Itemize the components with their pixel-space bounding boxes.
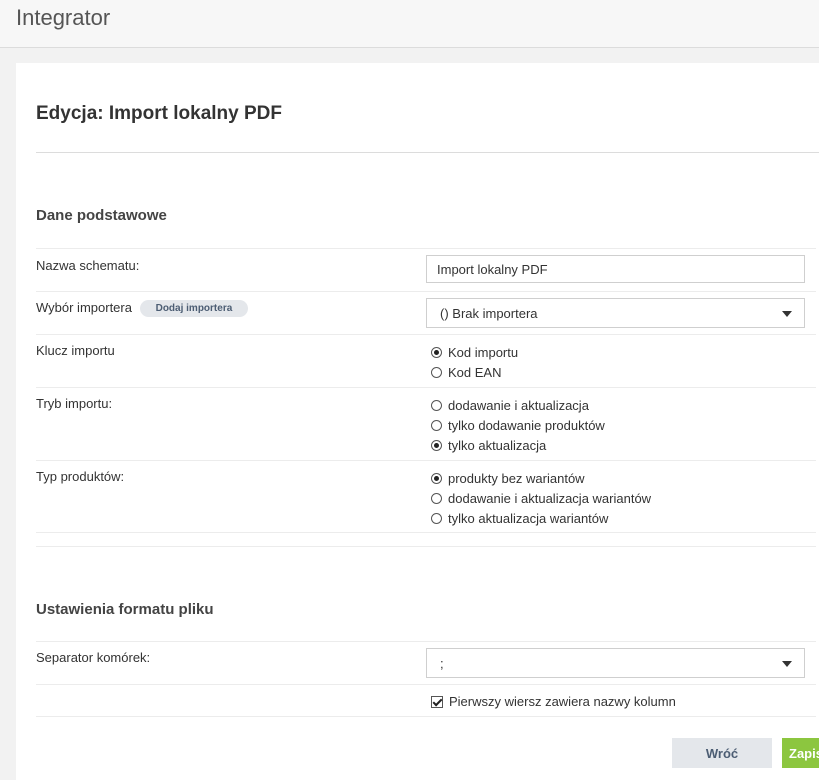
radio-label: Kod EAN [448,364,502,380]
header-row-checkbox-row[interactable]: Pierwszy wiersz zawiera nazwy kolumn [431,694,676,709]
import-mode-option-add-update[interactable]: dodawanie i aktualizacja [431,395,605,415]
divider [36,291,816,292]
import-mode-option-update-only[interactable]: tylko aktualizacja [431,435,605,455]
divider [36,248,816,249]
app-title: Integrator [16,5,111,30]
add-importer-button[interactable]: Dodaj importera [139,300,249,317]
import-key-option-code[interactable]: Kod importu [431,342,518,362]
section-title-file-format: Ustawienia formatu pliku [36,601,214,618]
import-mode-option-add-only[interactable]: tylko dodawanie produktów [431,415,605,435]
divider [36,641,816,642]
import-mode-radio-group: dodawanie i aktualizacja tylko dodawanie… [431,395,605,455]
product-type-option-update-variants[interactable]: tylko aktualizacja wariantów [431,508,651,528]
divider [36,532,816,533]
product-type-label: Typ produktów: [36,469,125,484]
chevron-down-icon [782,311,792,317]
header-row-label: Pierwszy wiersz zawiera nazwy kolumn [449,694,676,709]
divider [36,716,816,717]
page-title: Edycja: Import lokalny PDF [36,103,282,124]
product-type-radio-group: produkty bez wariantów dodawanie i aktua… [431,468,651,528]
section-title-basic: Dane podstawowe [36,207,167,224]
back-button[interactable]: Wróć [672,738,772,768]
import-key-radio-group: Kod importu Kod EAN [431,342,518,382]
radio-label: tylko dodawanie produktów [448,417,605,433]
title-divider [36,152,819,153]
import-mode-label: Tryb importu: [36,396,113,411]
radio-checked-icon[interactable] [431,472,442,484]
schema-name-input[interactable] [426,255,805,283]
product-type-option-no-variants[interactable]: produkty bez wariantów [431,468,651,488]
importer-select-value: () Brak importera [440,306,538,321]
schema-name-label: Nazwa schematu: [36,258,140,273]
save-button[interactable]: Zapisz [782,738,819,768]
importer-label: Wybór importera Dodaj importera [36,300,249,317]
edit-form-card: Edycja: Import lokalny PDF Dane podstawo… [16,63,819,780]
divider [36,460,816,461]
import-key-label: Klucz importu [36,343,115,358]
radio-unchecked-icon[interactable] [431,419,442,431]
divider [36,387,816,388]
checkbox-checked-icon[interactable] [431,695,443,708]
radio-label: Kod importu [448,344,519,360]
radio-label: produkty bez wariantów [448,470,585,486]
divider [36,546,816,547]
product-type-option-add-update-variants[interactable]: dodawanie i aktualizacja wariantów [431,488,651,508]
separator-select-value: ; [440,656,444,671]
radio-unchecked-icon[interactable] [431,366,442,378]
chevron-down-icon [782,661,792,667]
radio-unchecked-icon[interactable] [431,492,442,504]
radio-checked-icon[interactable] [431,346,442,358]
divider [36,684,816,685]
separator-select[interactable]: ; [426,648,805,678]
radio-unchecked-icon[interactable] [431,399,442,411]
radio-checked-icon[interactable] [431,439,442,451]
top-bar: Integrator [0,0,819,48]
radio-unchecked-icon[interactable] [431,512,442,524]
divider [36,334,816,335]
importer-select[interactable]: () Brak importera [426,298,805,328]
radio-label: dodawanie i aktualizacja [448,397,589,413]
importer-label-text: Wybór importera [36,300,132,315]
radio-label: tylko aktualizacja wariantów [448,510,609,526]
radio-label: dodawanie i aktualizacja wariantów [448,490,652,506]
separator-label: Separator komórek: [36,650,151,665]
radio-label: tylko aktualizacja [448,437,547,453]
import-key-option-ean[interactable]: Kod EAN [431,362,518,382]
